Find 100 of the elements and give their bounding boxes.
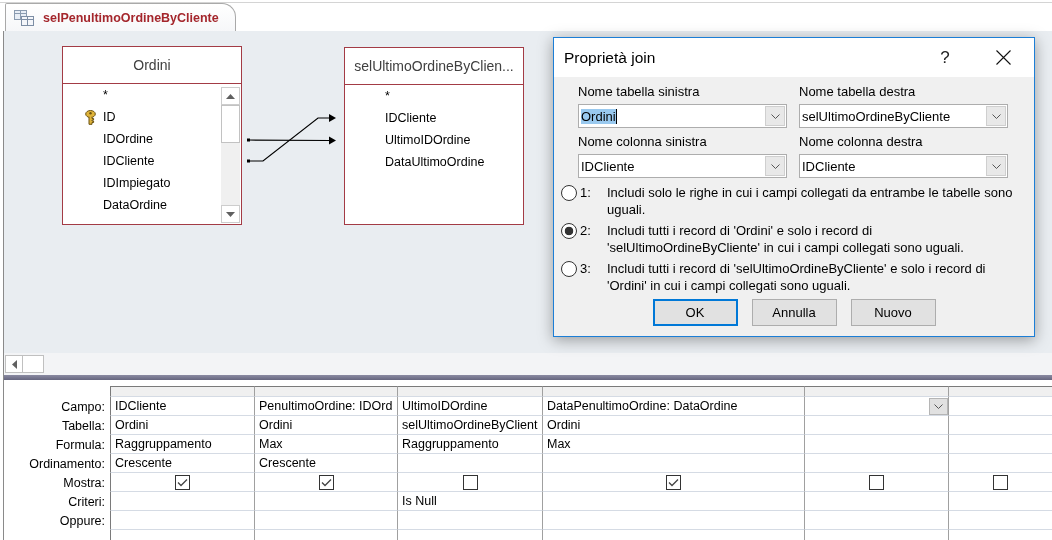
checkbox[interactable] [175, 474, 190, 490]
grid-cell[interactable]: PenultimoOrdine: IDOrd [255, 397, 398, 416]
grid-cell[interactable]: UltimoIDOrdine [398, 397, 543, 416]
chevron-down-icon [991, 113, 1001, 119]
combo-value: IDCliente [802, 158, 856, 174]
dropdown-button[interactable] [986, 156, 1006, 176]
checkbox[interactable] [462, 474, 478, 490]
grid-cell[interactable] [543, 511, 805, 530]
grid-cell[interactable]: Max [543, 435, 805, 454]
grid-cell[interactable] [805, 397, 949, 416]
row-label: Ordinamento: [29, 456, 105, 471]
join-line[interactable] [247, 114, 336, 163]
grid-cell[interactable] [398, 511, 543, 530]
scroll-down-button[interactable] [221, 205, 240, 223]
dialog-button[interactable]: Nuovo [850, 299, 936, 326]
grid-cell[interactable] [255, 492, 398, 511]
checkbox[interactable] [993, 474, 1008, 490]
radio-button[interactable] [561, 185, 577, 201]
triangle-left-icon [11, 359, 17, 369]
field-label: Nome tabella destra [799, 84, 916, 100]
column-selector[interactable] [543, 386, 805, 397]
combo-value: IDCliente [581, 158, 635, 174]
checkmark-icon [177, 477, 188, 487]
grid-cell[interactable] [805, 435, 949, 454]
scroll-left-button[interactable] [5, 355, 23, 373]
table-window[interactable]: Ordini * ID IDOrdine IDCliente IDImpiegato DataOrdine [62, 46, 242, 225]
field-item[interactable]: IDImpiegato [103, 176, 171, 190]
combo-box[interactable]: IDCliente [578, 154, 787, 178]
radio-button[interactable] [561, 223, 577, 239]
dropdown-button[interactable] [986, 106, 1006, 126]
scroll-thumb[interactable] [23, 355, 44, 373]
grid-cell[interactable]: Ordini [255, 416, 398, 435]
field-item[interactable]: * [385, 89, 390, 103]
grid-cell[interactable]: Ordini [110, 416, 255, 435]
help-button[interactable]: ? [930, 42, 960, 73]
table-title: Ordini [133, 57, 171, 73]
row-label: Campo: [61, 399, 105, 414]
grid-cell[interactable]: Max [255, 435, 398, 454]
grid-cell[interactable] [805, 416, 949, 435]
grid-cell[interactable] [543, 454, 805, 473]
field-label: Nome colonna destra [799, 134, 923, 150]
dialog-button[interactable]: OK [652, 299, 738, 326]
grid-cell[interactable]: selUltimoOrdineByClient [398, 416, 543, 435]
column-selector[interactable] [398, 386, 543, 397]
triangle-up-icon [226, 93, 235, 99]
checkbox[interactable] [869, 474, 884, 490]
grid-cell[interactable] [255, 511, 398, 530]
column-selector[interactable] [805, 386, 949, 397]
chevron-down-icon [991, 163, 1001, 169]
dialog-button[interactable]: Annulla [751, 299, 837, 326]
grid-cell[interactable] [110, 511, 255, 530]
scroll-thumb[interactable] [221, 105, 240, 143]
table-title: selUltimoOrdineByClien... [354, 58, 514, 74]
field-item[interactable]: * [103, 88, 108, 102]
grid-cell[interactable] [543, 492, 805, 511]
field-item[interactable]: IDCliente [103, 154, 155, 168]
checkmark-icon [320, 477, 332, 487]
combo-box[interactable]: selUltimoOrdineByCliente [799, 104, 1008, 128]
scrollbar[interactable] [4, 353, 1052, 375]
grid-cell[interactable] [805, 511, 949, 530]
grid-cell[interactable] [805, 492, 949, 511]
column-selector[interactable] [110, 386, 255, 397]
dropdown-button[interactable] [929, 397, 948, 415]
grid-cell[interactable]: Raggruppamento [110, 435, 255, 454]
scrollbar[interactable] [221, 87, 240, 223]
join-line[interactable] [247, 136, 336, 145]
grid-cell[interactable] [398, 454, 543, 473]
grid-cell[interactable]: Ordini [543, 416, 805, 435]
combo-box[interactable]: Ordini [578, 104, 787, 128]
column-selector[interactable] [949, 386, 1052, 397]
grid-cell[interactable]: Is Null [398, 492, 543, 511]
document-tab[interactable]: selPenultimoOrdineByCliente [5, 3, 236, 31]
table-icon [14, 9, 34, 26]
row-label: Formula: [55, 437, 105, 452]
field-item[interactable]: IDOrdine [103, 132, 154, 146]
grid-cell[interactable]: Crescente [110, 454, 255, 473]
table-window[interactable]: selUltimoOrdineByClien... * IDCliente UltimoIDOrdine DataUltimoOrdine [344, 47, 524, 225]
grid-cell[interactable] [110, 492, 255, 511]
checkbox[interactable] [666, 474, 681, 490]
field-item[interactable]: DataUltimoOrdine [385, 155, 485, 169]
option-text: Includi tutti i record di 'selUltimoOrdineByCliente' e solo i record di 'Ordini' in cui i campi collegati sono uguali. [607, 260, 987, 294]
scroll-up-button[interactable] [221, 87, 240, 105]
checkbox[interactable] [318, 474, 334, 490]
row-label: Oppure: [59, 513, 105, 528]
combo-box[interactable]: IDCliente [799, 154, 1008, 178]
grid-cell[interactable]: IDCliente [110, 397, 255, 416]
grid-cell[interactable]: Crescente [255, 454, 398, 473]
field-item[interactable]: UltimoIDOrdine [385, 133, 471, 147]
grid-cell[interactable]: DataPenultimoOrdine: DataOrdine [543, 397, 805, 416]
radio-button[interactable] [561, 261, 577, 277]
dropdown-button[interactable] [765, 106, 785, 126]
field-item[interactable]: ID [103, 110, 116, 124]
triangle-down-icon [226, 211, 235, 217]
grid-cell[interactable]: Raggruppamento [398, 435, 543, 454]
dropdown-button[interactable] [765, 156, 785, 176]
field-item[interactable]: DataOrdine [103, 198, 167, 212]
field-item[interactable]: IDCliente [385, 111, 437, 125]
checkmark-icon [668, 477, 679, 487]
column-selector[interactable] [255, 386, 398, 397]
grid-cell[interactable] [805, 454, 949, 473]
